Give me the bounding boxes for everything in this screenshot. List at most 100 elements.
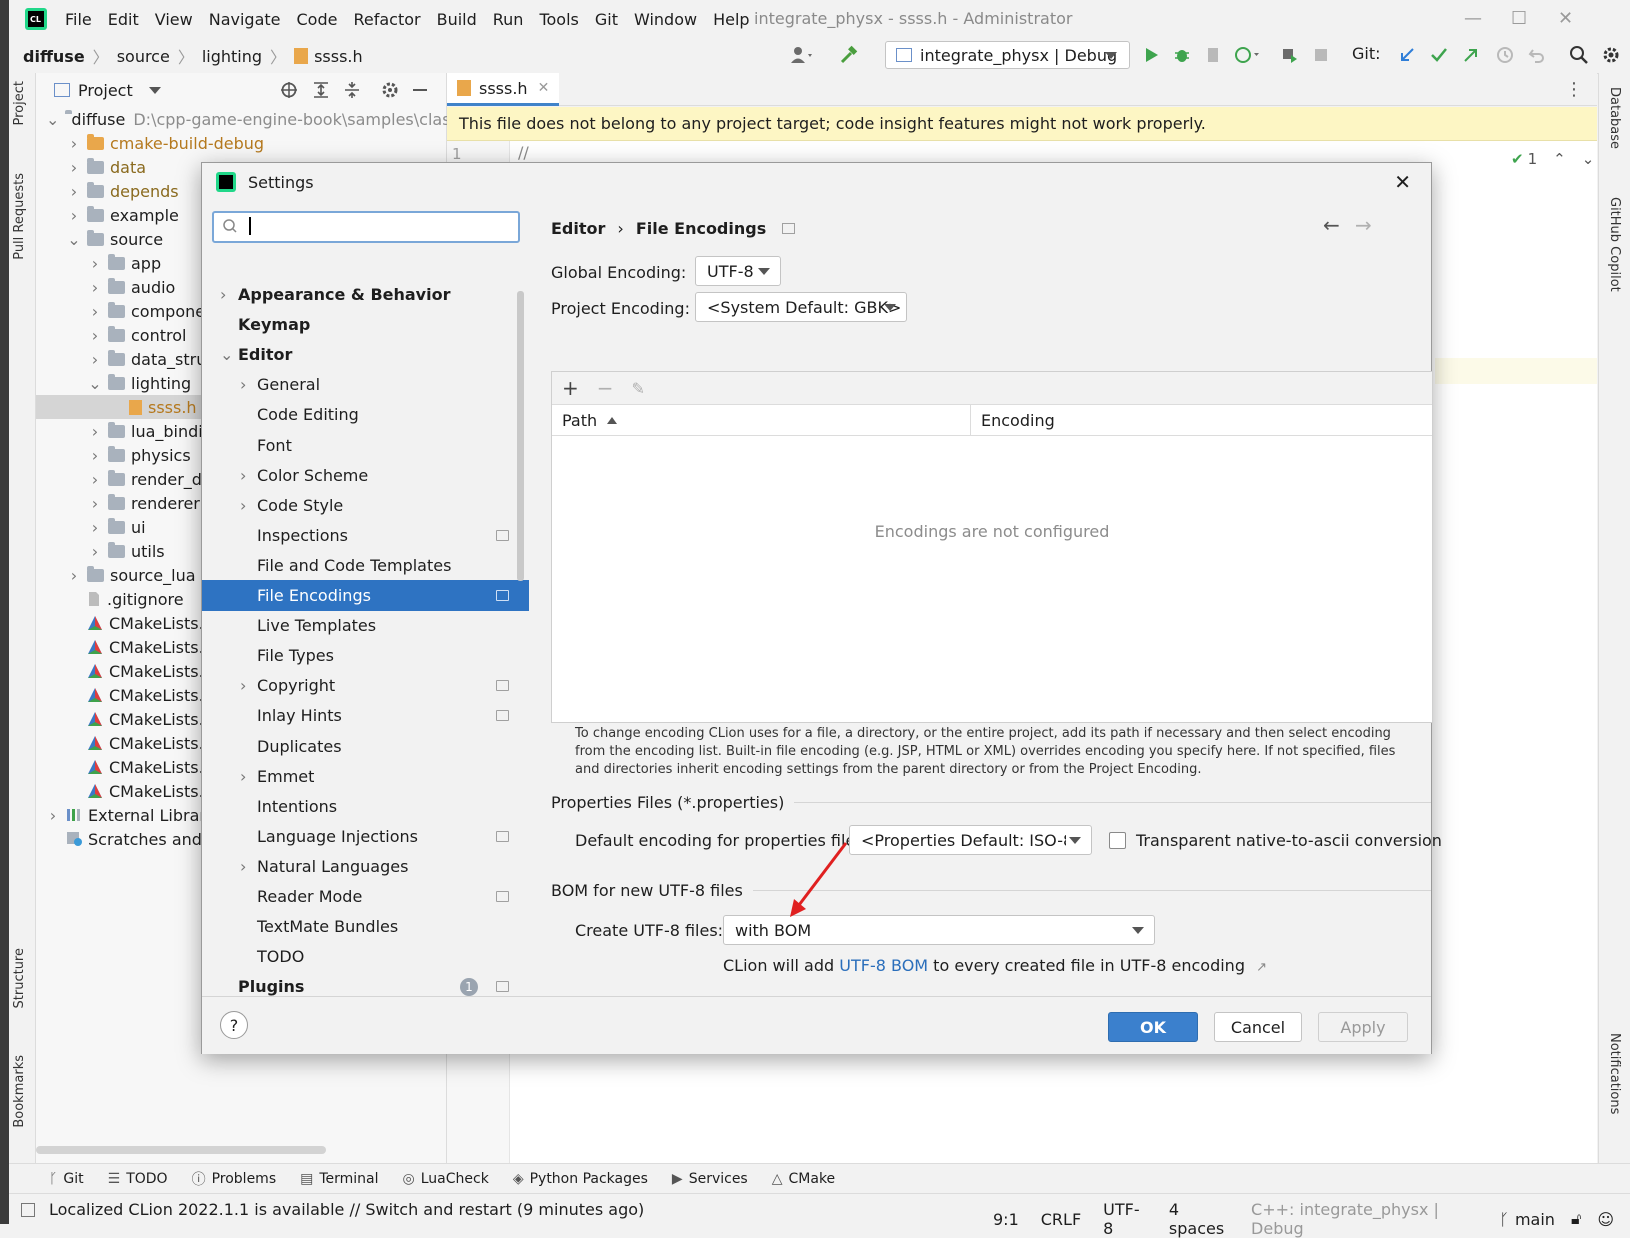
structure-tool-tab[interactable]: Structure [12, 948, 27, 1008]
chevron-right-icon[interactable]: › [88, 278, 102, 297]
help-button[interactable]: ? [220, 1011, 248, 1039]
settings-nav-item[interactable]: › Code Style [202, 490, 529, 521]
tool-tab-luacheck[interactable]: ◎ LuaCheck [403, 1171, 489, 1187]
breadcrumb-file[interactable]: ssss.h [314, 47, 363, 66]
settings-nav-item[interactable]: Language Injections [202, 821, 529, 852]
chevron-down-icon[interactable]: ⌄ [220, 345, 233, 364]
settings-nav-item[interactable]: › General [202, 369, 529, 400]
settings-nav-item[interactable]: › Emmet [202, 761, 529, 792]
chevron-down-icon[interactable]: ⌄ [88, 374, 102, 393]
menu-help[interactable]: Help [713, 10, 749, 29]
edit-pencil-icon[interactable]: ✎ [632, 379, 645, 398]
chevron-right-icon[interactable]: › [88, 350, 102, 369]
menu-tools[interactable]: Tools [539, 10, 578, 29]
forward-arrow-icon[interactable]: → [1355, 213, 1372, 237]
hide-panel-icon[interactable] [413, 89, 427, 91]
tool-tab-python-packages[interactable]: ◈ Python Packages [513, 1171, 648, 1187]
settings-nav-item[interactable]: Inspections [202, 520, 529, 551]
project-tool-tab[interactable]: Project [12, 81, 27, 125]
transparent-conversion-checkbox[interactable] [1109, 832, 1126, 849]
notifications-tool-tab[interactable]: Notifications [1607, 1033, 1622, 1114]
menu-file[interactable]: File [65, 10, 92, 29]
project-encoding-select[interactable]: <System Default: GBK> [695, 292, 907, 322]
sidebar-scrollbar[interactable] [517, 291, 524, 581]
debug-icon[interactable] [1172, 45, 1192, 65]
chevron-right-icon[interactable]: › [46, 806, 60, 825]
breadcrumb-project[interactable]: diffuse [23, 47, 85, 66]
menu-refactor[interactable]: Refactor [353, 10, 420, 29]
gear-icon[interactable] [381, 81, 399, 99]
close-tab-icon[interactable]: ✕ [538, 80, 550, 96]
tool-tab-cmake[interactable]: △ CMake [772, 1171, 835, 1187]
minimize-icon[interactable]: — [1464, 8, 1482, 29]
run-icon[interactable] [1141, 45, 1161, 65]
git-branch[interactable]: main [1515, 1210, 1555, 1229]
chevron-right-icon[interactable]: › [67, 566, 81, 585]
menu-view[interactable]: View [155, 10, 193, 29]
settings-nav-item[interactable]: TextMate Bundles [202, 911, 529, 942]
chevron-right-icon[interactable]: › [240, 496, 246, 515]
remove-icon[interactable]: − [597, 376, 614, 400]
add-icon[interactable]: + [562, 376, 579, 400]
git-push-icon[interactable] [1461, 45, 1481, 65]
settings-nav-item[interactable]: Font [202, 430, 529, 461]
settings-nav-item[interactable]: Code Editing [202, 399, 529, 430]
collapse-all-icon[interactable] [343, 81, 361, 99]
chevron-right-icon[interactable]: › [240, 375, 246, 394]
settings-nav-item[interactable]: Inlay Hints [202, 700, 529, 731]
settings-nav-item[interactable]: › Natural Languages [202, 851, 529, 882]
transparent-conversion-option[interactable]: Transparent native-to-ascii conversion [1109, 831, 1442, 850]
ok-button[interactable]: OK [1108, 1012, 1198, 1042]
locate-file-icon[interactable] [280, 81, 298, 99]
lock-icon[interactable]: 🔓︎ [1571, 1209, 1581, 1229]
menu-edit[interactable]: Edit [108, 10, 139, 29]
horizontal-scrollbar[interactable] [36, 1146, 326, 1154]
tree-item[interactable]: ⌄ diffuse D:\cpp-game-engine-book\samples\… [36, 107, 451, 131]
chevron-right-icon[interactable]: › [240, 466, 246, 485]
stop-icon[interactable] [1311, 45, 1331, 65]
settings-nav-item[interactable]: File and Code Templates [202, 550, 529, 581]
indent-setting[interactable]: 4 spaces [1169, 1200, 1235, 1238]
settings-nav-item[interactable]: ⌄ Editor [202, 339, 529, 370]
editor-tab[interactable]: ssss.h ✕ [447, 73, 560, 106]
user-icon[interactable] [789, 45, 812, 65]
git-update-icon[interactable] [1397, 45, 1417, 65]
code-line[interactable]: // [518, 143, 529, 162]
pull-requests-tool-tab[interactable]: Pull Requests [12, 173, 27, 260]
column-header-encoding[interactable]: Encoding [971, 405, 1055, 435]
tree-item[interactable]: › cmake-build-debug [36, 131, 446, 155]
rollback-icon[interactable] [1527, 45, 1547, 65]
utf8-bom-link[interactable]: UTF-8 BOM [839, 956, 928, 975]
status-toggle-icon[interactable] [21, 1202, 35, 1217]
inspection-widget[interactable]: ✔ 1 ⌃ ⌄ [1511, 150, 1594, 168]
chevron-right-icon[interactable]: › [88, 494, 102, 513]
chevron-right-icon[interactable]: › [88, 518, 102, 537]
menu-run[interactable]: Run [493, 10, 524, 29]
chevron-right-icon[interactable]: › [88, 542, 102, 561]
menu-git[interactable]: Git [595, 10, 618, 29]
chevron-right-icon[interactable]: › [67, 158, 81, 177]
menu-build[interactable]: Build [437, 10, 477, 29]
project-panel-title[interactable]: Project [78, 81, 133, 100]
maximize-icon[interactable]: ☐ [1511, 8, 1527, 29]
status-message[interactable]: Localized CLion 2022.1.1 is available //… [49, 1200, 644, 1219]
chevron-right-icon[interactable]: › [67, 182, 81, 201]
bookmarks-tool-tab[interactable]: Bookmarks [12, 1055, 27, 1128]
settings-nav-item[interactable]: File Encodings [202, 580, 529, 611]
search-icon[interactable] [1569, 45, 1589, 65]
create-utf8-select[interactable]: with BOM [723, 915, 1155, 945]
build-hammer-icon[interactable] [839, 45, 859, 65]
settings-nav-item[interactable]: Intentions [202, 791, 529, 822]
settings-nav-item[interactable]: Duplicates [202, 731, 529, 762]
chevron-right-icon[interactable]: › [88, 254, 102, 273]
tool-tab-git[interactable]: ᚴ Git [49, 1171, 84, 1187]
database-tool-tab[interactable]: Database [1607, 87, 1622, 149]
breadcrumb-lighting[interactable]: lighting [202, 47, 262, 66]
chevron-right-icon[interactable]: › [67, 206, 81, 225]
settings-nav-item[interactable]: TODO [202, 941, 529, 972]
properties-encoding-select[interactable]: <Properties Default: ISO-885... [849, 825, 1092, 855]
settings-search-input[interactable] [212, 211, 520, 243]
tool-tab-problems[interactable]: ⓘ Problems [192, 1169, 277, 1189]
chevron-right-icon[interactable]: › [220, 285, 226, 304]
line-separator[interactable]: CRLF [1041, 1210, 1081, 1229]
